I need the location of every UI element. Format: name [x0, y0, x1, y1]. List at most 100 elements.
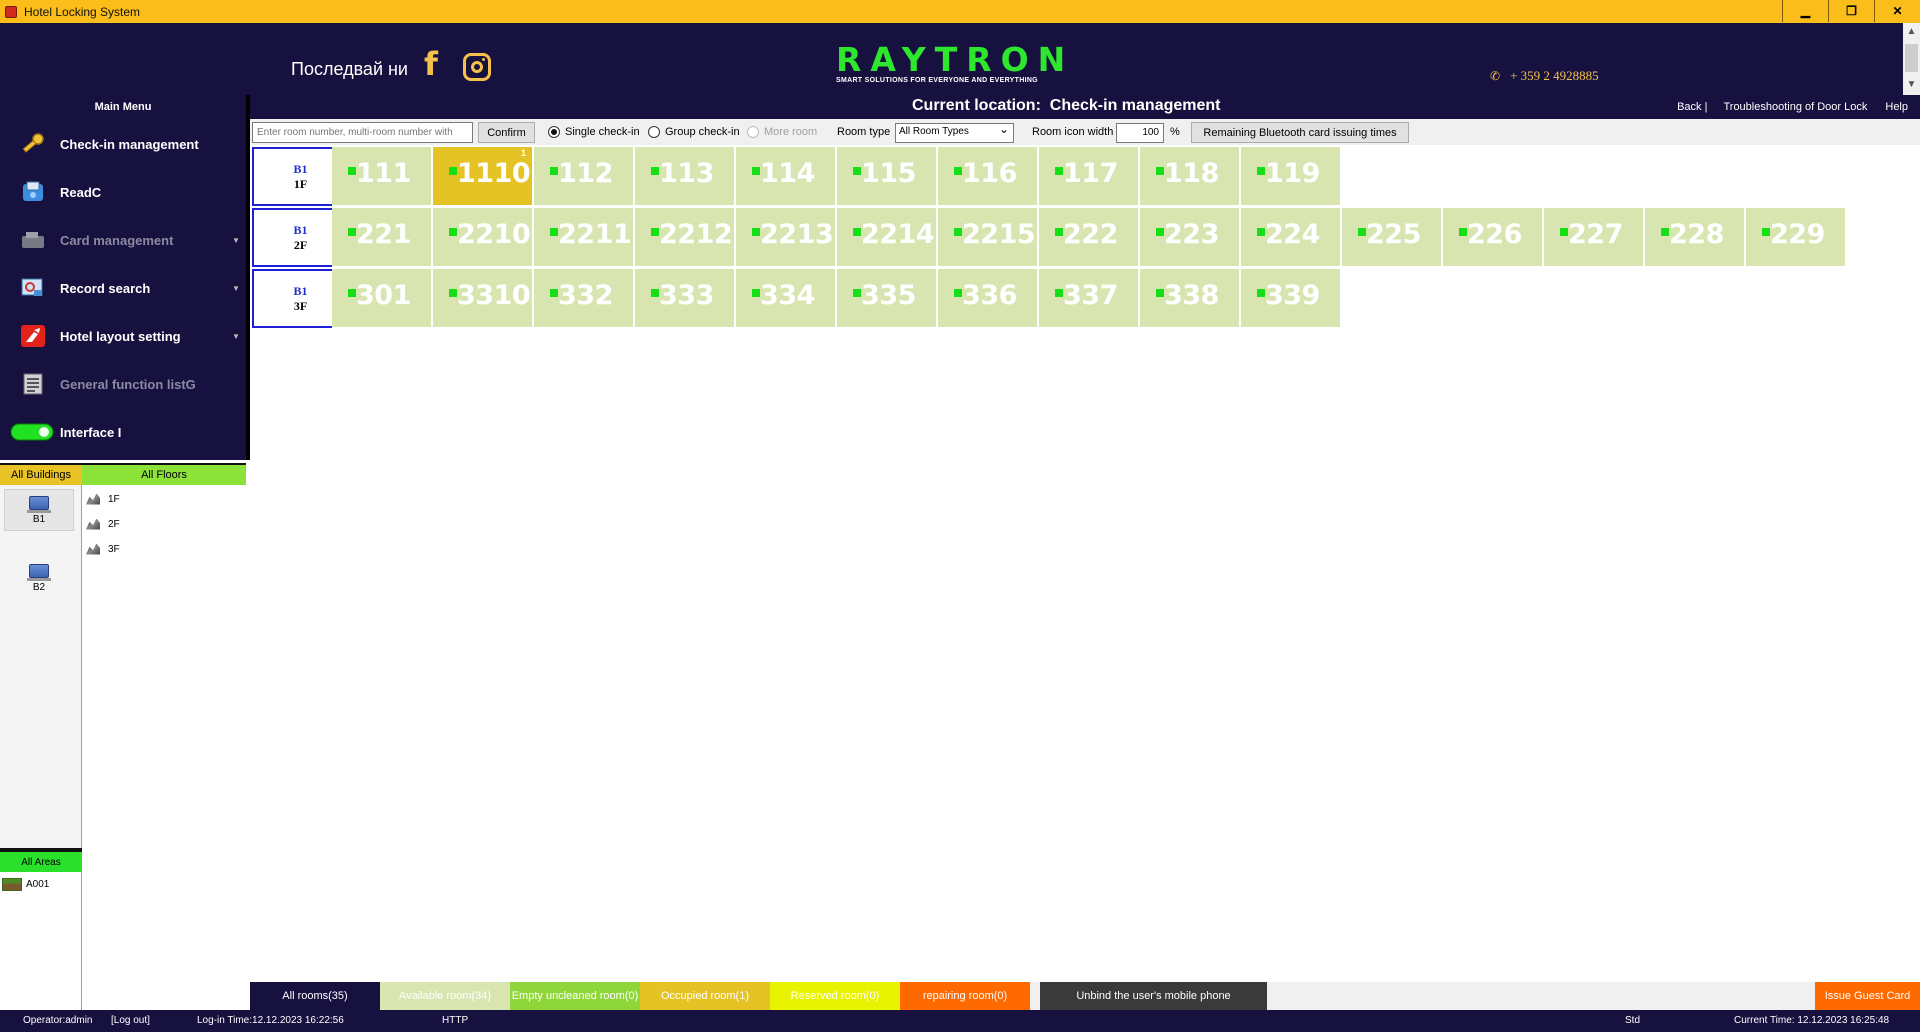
- room-search-input[interactable]: [252, 122, 473, 143]
- scroll-down-icon[interactable]: ▼: [1903, 76, 1920, 93]
- single-checkin-radio[interactable]: Single check-in: [548, 126, 640, 138]
- room-tile[interactable]: 337: [1039, 269, 1139, 328]
- room-type-select[interactable]: All Room Types: [895, 122, 1014, 143]
- filter-reserved-room[interactable]: Reserved room(0): [770, 982, 900, 1010]
- room-tile[interactable]: 338: [1140, 269, 1240, 328]
- room-tile[interactable]: 339: [1241, 269, 1341, 328]
- room-tile[interactable]: 115: [837, 147, 937, 206]
- room-tile[interactable]: 334: [736, 269, 836, 328]
- floor-item-1f[interactable]: 1F: [86, 489, 120, 509]
- card-management-icon: [20, 228, 46, 252]
- close-button[interactable]: ✕: [1874, 0, 1920, 22]
- layout-setting-icon: [20, 324, 46, 348]
- filter-all-rooms[interactable]: All rooms(35): [250, 982, 380, 1010]
- header-scrollbar[interactable]: ▲ ▼: [1903, 23, 1920, 95]
- room-tile[interactable]: 114: [736, 147, 836, 206]
- issue-guest-card-button[interactable]: Issue Guest Card: [1815, 982, 1920, 1010]
- current-time: Current Time: 12.12.2023 16:25:48: [1734, 1015, 1890, 1026]
- room-tile[interactable]: 332: [534, 269, 634, 328]
- troubleshooting-link[interactable]: Troubleshooting of Door Lock: [1723, 101, 1867, 113]
- floor-number-label: 3F: [293, 298, 308, 313]
- tab-all-areas[interactable]: All Areas: [0, 852, 82, 872]
- room-tile[interactable]: 2212: [635, 208, 735, 267]
- room-tile[interactable]: 223: [1140, 208, 1240, 267]
- minimize-button[interactable]: ▁: [1782, 0, 1828, 22]
- room-tile[interactable]: 335: [837, 269, 937, 328]
- floor-list: 1F 2F 3F: [82, 485, 246, 907]
- maximize-button[interactable]: ❐: [1828, 0, 1874, 22]
- room-tile[interactable]: 225: [1342, 208, 1442, 267]
- room-tile[interactable]: 228: [1645, 208, 1745, 267]
- floor-building-label: B1: [293, 283, 308, 298]
- logout-link[interactable]: [Log out]: [111, 1015, 150, 1026]
- room-tile[interactable]: 119: [1241, 147, 1341, 206]
- filter-empty-uncleaned-room[interactable]: Empty uncleaned room(0): [510, 982, 640, 1010]
- room-tile[interactable]: 117: [1039, 147, 1139, 206]
- scroll-thumb[interactable]: [1905, 44, 1918, 72]
- floor-item-2f[interactable]: 2F: [86, 514, 120, 534]
- help-link[interactable]: Help: [1885, 101, 1908, 113]
- confirm-button[interactable]: Confirm: [478, 122, 535, 143]
- tab-all-floors[interactable]: All Floors: [82, 463, 246, 485]
- room-tile[interactable]: 3310: [433, 269, 533, 328]
- room-tile[interactable]: 222: [1039, 208, 1139, 267]
- room-number: 3310: [457, 280, 531, 311]
- room-tile[interactable]: 2215: [938, 208, 1038, 267]
- back-link[interactable]: Back |: [1677, 101, 1707, 113]
- filter-occupied-room[interactable]: Occupied room(1): [640, 982, 770, 1010]
- room-tile[interactable]: 336: [938, 269, 1038, 328]
- facebook-icon[interactable]: f: [424, 47, 446, 81]
- menu-item-check-in-management[interactable]: Check-in management: [0, 124, 246, 164]
- room-tile[interactable]: 112: [534, 147, 634, 206]
- floor-item-3f[interactable]: 3F: [86, 539, 120, 559]
- room-tile[interactable]: 227: [1544, 208, 1644, 267]
- room-tile[interactable]: 333: [635, 269, 735, 328]
- title-bar: Hotel Locking System ▁ ❐ ✕: [0, 0, 1920, 23]
- menu-item-record-search[interactable]: Record search ▼: [0, 268, 246, 308]
- menu-item-readc[interactable]: ReadC: [0, 172, 246, 212]
- unbind-mobile-button[interactable]: Unbind the user's mobile phone: [1040, 982, 1267, 1010]
- building-item-b2[interactable]: B2: [4, 557, 74, 599]
- room-tile[interactable]: 2211: [534, 208, 634, 267]
- room-tile[interactable]: 118: [1140, 147, 1240, 206]
- filter-repairing-room[interactable]: repairing room(0): [900, 982, 1030, 1010]
- instagram-icon[interactable]: [463, 53, 491, 81]
- lock-status-icon: [550, 228, 558, 236]
- radio-icon: [648, 126, 660, 138]
- menu-item-interface[interactable]: Interface I: [0, 412, 246, 452]
- lock-status-icon: [752, 289, 760, 297]
- room-number: 117: [1063, 158, 1118, 189]
- menu-item-hotel-layout-setting[interactable]: Hotel layout setting ▼: [0, 316, 246, 356]
- area-item-a001[interactable]: A001: [2, 878, 49, 891]
- bluetooth-card-button[interactable]: Remaining Bluetooth card issuing times: [1191, 122, 1409, 143]
- filter-available-room[interactable]: Available room(34): [380, 982, 510, 1010]
- menu-item-card-management[interactable]: Card management ▼: [0, 220, 246, 260]
- room-tile[interactable]: 116: [938, 147, 1038, 206]
- room-tile[interactable]: 1110 1: [433, 147, 533, 206]
- room-tile[interactable]: 221: [332, 208, 432, 267]
- room-tile[interactable]: 2213: [736, 208, 836, 267]
- room-tile[interactable]: 2210: [433, 208, 533, 267]
- floor-row: B1 1F 111 1110 1 112 113 114 115 116 117 118 119: [252, 147, 1342, 206]
- group-checkin-radio[interactable]: Group check-in: [648, 126, 740, 138]
- menu-item-general-function-list[interactable]: General function listG: [0, 364, 246, 404]
- room-number: 222: [1063, 219, 1118, 250]
- room-tile[interactable]: 229: [1746, 208, 1846, 267]
- building-icon: [27, 495, 51, 513]
- room-tile[interactable]: 301: [332, 269, 432, 328]
- floor-number-label: 2F: [293, 237, 308, 252]
- scroll-up-icon[interactable]: ▲: [1903, 23, 1920, 40]
- lock-status-icon: [853, 289, 861, 297]
- room-tile[interactable]: 113: [635, 147, 735, 206]
- room-tile[interactable]: 2214: [837, 208, 937, 267]
- room-tile[interactable]: 226: [1443, 208, 1543, 267]
- room-icon-width-input[interactable]: 100: [1116, 123, 1164, 143]
- room-tile[interactable]: 224: [1241, 208, 1341, 267]
- room-number: 114: [760, 158, 815, 189]
- lock-status-icon: [1358, 228, 1366, 236]
- toggle-icon[interactable]: [10, 420, 54, 444]
- more-room-radio[interactable]: More room: [747, 126, 817, 138]
- tab-all-buildings[interactable]: All Buildings: [0, 463, 82, 485]
- room-tile[interactable]: 111: [332, 147, 432, 206]
- building-item-b1[interactable]: B1: [4, 489, 74, 531]
